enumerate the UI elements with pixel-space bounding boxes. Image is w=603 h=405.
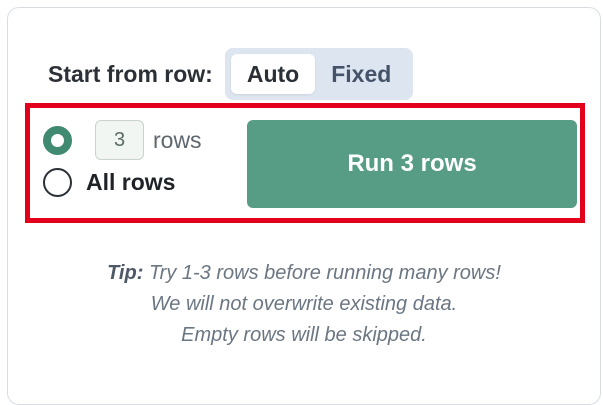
all-rows-radio[interactable]: [43, 168, 72, 197]
count-rows-radio[interactable]: [43, 125, 72, 155]
run-options-box: rows All rows Run 3 rows: [25, 103, 585, 223]
tip-text: Tip: Try 1-3 rows before running many ro…: [7, 258, 601, 351]
auto-option-button[interactable]: Auto: [230, 54, 316, 94]
fixed-option-button[interactable]: Fixed: [315, 54, 407, 94]
start-from-row-group: Start from row: Auto Fixed: [48, 48, 414, 100]
all-rows-option: All rows: [43, 168, 175, 197]
tip-line-1-text: Try 1-3 rows before running many rows!: [148, 262, 501, 284]
start-from-row-label: Start from row:: [48, 60, 213, 87]
rows-suffix-label: rows: [153, 126, 202, 153]
run-rows-button[interactable]: Run 3 rows: [247, 120, 577, 208]
count-rows-option: rows: [43, 120, 202, 160]
tip-line-2: We will not overwrite existing data.: [150, 293, 458, 315]
tip-line-1: Tip: Try 1-3 rows before running many ro…: [7, 258, 601, 289]
tip-line-3: Empty rows will be skipped.: [181, 324, 427, 346]
tip-prefix: Tip:: [107, 262, 144, 284]
row-count-input[interactable]: [95, 120, 144, 160]
all-rows-label[interactable]: All rows: [86, 169, 175, 196]
start-mode-toggle: Auto Fixed: [224, 48, 414, 100]
